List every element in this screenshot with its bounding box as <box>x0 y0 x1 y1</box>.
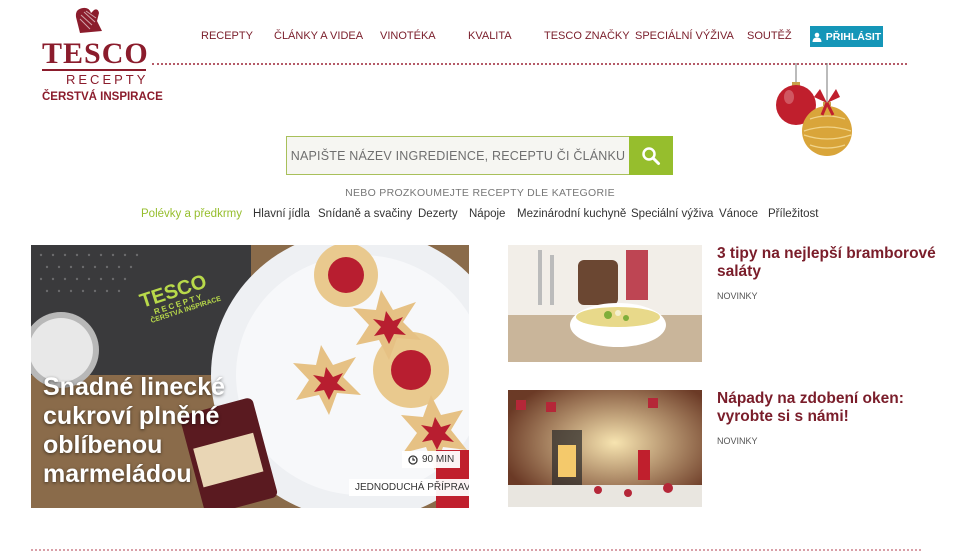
article-title-window-decor[interactable]: Nápady na zdobení oken: vyrobte si s nám… <box>717 390 947 426</box>
logo-tagline: ČERSTVÁ INSPIRACE <box>42 91 163 103</box>
article-title-potato-salad[interactable]: 3 tipy na nejlepší bramborové saláty <box>717 245 947 281</box>
category-polevky-a-predkrmy[interactable]: Polévky a předkrmy <box>141 208 242 220</box>
recipe-time-label: 90 MIN <box>422 454 455 465</box>
nav-item-recepty[interactable]: RECEPTY <box>201 30 253 42</box>
category-prilezitost[interactable]: Příležitost <box>768 208 819 220</box>
article-tag-window-decor: NOVINKY <box>717 436 758 446</box>
nav-item-vinoteka[interactable]: VINOTÉKA <box>380 30 436 42</box>
category-snidane-a-svaciny[interactable]: Snídaně a svačiny <box>318 208 412 220</box>
category-napoje[interactable]: Nápoje <box>469 208 505 220</box>
recipe-search: NAPIŠTE NÁZEV INGREDIENCE, RECEPTU ČI ČL… <box>286 136 673 175</box>
search-icon <box>642 146 660 165</box>
article-tag-potato-salad: NOVINKY <box>717 291 758 301</box>
logo-subtitle: RECEPTY <box>66 72 149 87</box>
logo-rule <box>42 69 146 71</box>
nav-item-soutez[interactable]: SOUTĚŽ <box>747 30 792 42</box>
recipe-difficulty-label: JEDNODUCHÁ PŘÍPRAVA <box>355 482 469 493</box>
search-button[interactable] <box>629 136 673 175</box>
category-mezinarodni-kuchyne[interactable]: Mezinárodní kuchyně <box>517 208 626 220</box>
nav-item-specialni-vyziva[interactable]: SPECIÁLNÍ VÝŽIVA <box>635 30 734 42</box>
login-label: PŘIHLÁSIT <box>825 30 882 43</box>
recipe-time-badge: 90 MIN <box>402 451 461 468</box>
logo-brand: TESCO <box>42 37 149 70</box>
nav-item-clanky-a-videa[interactable]: ČLÁNKY A VIDEA <box>274 30 363 42</box>
window-decor-photo <box>508 390 702 507</box>
footer-garland-divider <box>31 549 921 551</box>
potato-salad-photo <box>508 245 702 362</box>
login-button[interactable]: PŘIHLÁSIT <box>810 26 883 47</box>
main-nav: RECEPTY ČLÁNKY A VIDEA VINOTÉKA KVALITA … <box>185 30 885 46</box>
search-input[interactable]: NAPIŠTE NÁZEV INGREDIENCE, RECEPTU ČI ČL… <box>286 136 629 175</box>
article-image-potato-salad[interactable] <box>508 245 702 362</box>
site-logo[interactable]: TESCO RECEPTY ČERSTVÁ INSPIRACE <box>40 5 163 105</box>
category-hlavni-jidla[interactable]: Hlavní jídla <box>253 208 310 220</box>
christmas-ornaments-decoration <box>776 63 852 156</box>
nav-item-kvalita[interactable]: KVALITA <box>468 30 512 42</box>
category-dezerty[interactable]: Dezerty <box>418 208 458 220</box>
featured-recipe-card[interactable]: TESCO RECEPTY ČERSTVÁ INSPIRACE Snadné l… <box>31 245 469 508</box>
nav-item-tesco-znacky[interactable]: TESCO ZNAČKY <box>544 30 630 42</box>
category-vanoce[interactable]: Vánoce <box>719 208 758 220</box>
user-icon <box>812 32 822 42</box>
featured-recipe-title[interactable]: Snadné linecké cukroví plněné oblíbenou … <box>43 373 303 489</box>
clock-icon <box>408 454 418 465</box>
oven-mitt-icon <box>75 7 102 33</box>
article-image-window-decor[interactable] <box>508 390 702 507</box>
recipe-difficulty-badge: JEDNODUCHÁ PŘÍPRAVA <box>349 479 469 496</box>
category-specialni-vyziva[interactable]: Speciální výživa <box>631 208 713 220</box>
explore-categories-label: NEBO PROZKOUMEJTE RECEPTY DLE KATEGORIE <box>345 187 615 199</box>
